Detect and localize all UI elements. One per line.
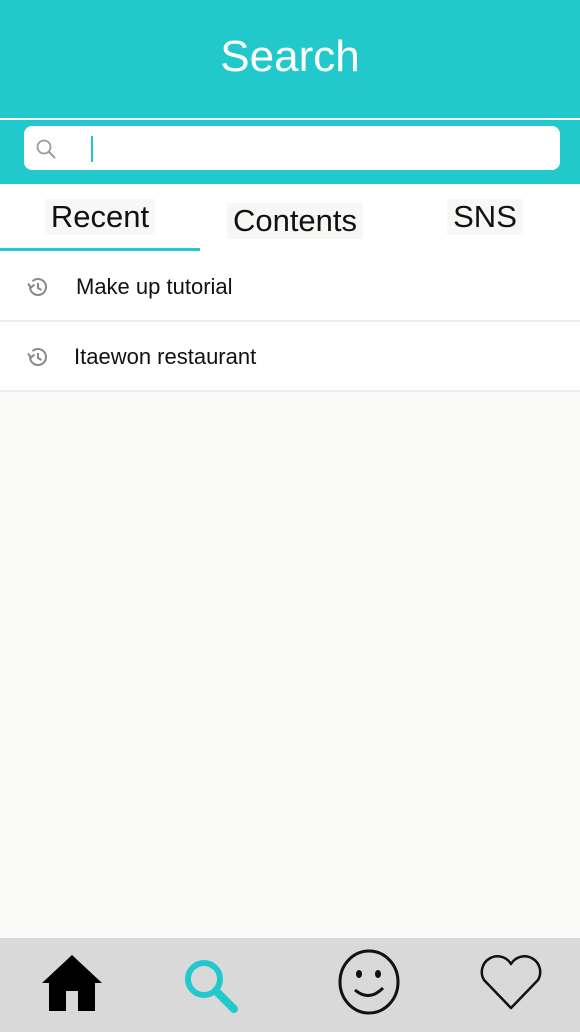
history-icon <box>27 348 47 366</box>
history-icon <box>27 278 47 296</box>
tab-recent-label: Recent <box>44 199 156 235</box>
tab-recent[interactable]: Recent <box>0 186 200 248</box>
smiley-face-icon <box>338 949 400 1015</box>
recent-search-list: Make up tutorial Itaewon restaurant <box>0 252 580 392</box>
tab-contents-label: Contents <box>226 203 364 239</box>
recent-search-label: Make up tutorial <box>76 274 233 299</box>
recent-search-label: Itaewon restaurant <box>74 344 257 369</box>
home-icon <box>42 955 102 1011</box>
nav-profile-button[interactable] <box>290 938 435 1032</box>
nav-favorites-button[interactable] <box>435 938 580 1032</box>
tab-contents[interactable]: Contents <box>200 190 390 252</box>
recent-search-item[interactable]: Make up tutorial <box>0 252 580 322</box>
search-bar <box>0 120 580 184</box>
bottom-navigation <box>0 938 580 1032</box>
search-icon <box>36 139 56 159</box>
search-icon <box>185 960 238 1013</box>
heart-icon <box>480 955 542 1010</box>
page-title: Search <box>220 32 360 81</box>
tab-sns-label: SNS <box>447 199 523 235</box>
header-bar: Search <box>0 0 580 118</box>
nav-home-button[interactable] <box>0 938 145 1032</box>
search-box[interactable] <box>24 126 560 170</box>
tab-bar: Recent Contents SNS <box>0 186 580 252</box>
active-tab-indicator <box>0 248 200 251</box>
text-cursor <box>91 136 93 162</box>
recent-search-item[interactable]: Itaewon restaurant <box>0 322 580 392</box>
nav-search-button[interactable] <box>145 938 290 1032</box>
tab-sns[interactable]: SNS <box>390 186 580 248</box>
search-input[interactable] <box>68 132 548 164</box>
